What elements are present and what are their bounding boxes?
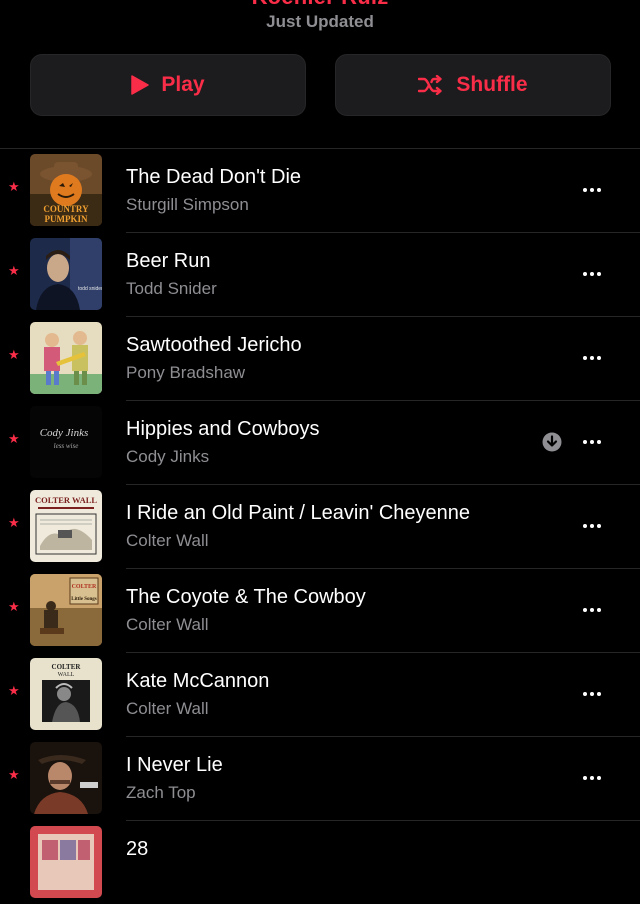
track-title: I Ride an Old Paint / Leavin' Cheyenne — [126, 502, 471, 524]
more-options-icon[interactable] — [580, 178, 604, 202]
svg-text:COLTER: COLTER — [72, 584, 97, 590]
album-art: COUNTRY PUMPKIN — [30, 154, 102, 226]
row-divider — [126, 820, 640, 821]
track-artist: Colter Wall — [126, 699, 209, 718]
play-icon — [131, 75, 150, 95]
album-art: todd snider — [30, 238, 102, 310]
track-title: The Coyote & The Cowboy — [126, 586, 366, 608]
album-art-text: COUNTRY — [43, 204, 89, 214]
track-artist: Todd Snider — [126, 279, 217, 298]
favorite-star-icon: ★ — [8, 347, 20, 362]
track-row[interactable]: 28 — [0, 820, 640, 904]
svg-text:PUMPKIN: PUMPKIN — [45, 214, 88, 224]
track-row[interactable]: ★ COLTER Little Songs The Coyote & The C… — [0, 568, 640, 652]
shuffle-button[interactable]: Shuffle — [335, 54, 611, 116]
album-art: COLTER WALL — [30, 658, 102, 730]
svg-text:Little Songs: Little Songs — [71, 597, 96, 602]
album-art — [30, 826, 102, 898]
shuffle-label: Shuffle — [456, 73, 528, 96]
track-row[interactable]: ★ COLTER WALL I Ride an Old Paint / Leav… — [0, 484, 640, 568]
album-art — [30, 322, 102, 394]
album-art: Cody Jinks less wise — [30, 406, 102, 478]
downloaded-icon — [542, 432, 562, 452]
track-row[interactable]: ★ Sawtoothed Jericho Pony Bradshaw — [0, 316, 640, 400]
more-options-icon[interactable] — [580, 262, 604, 286]
svg-text:less wise: less wise — [54, 442, 79, 450]
favorite-star-icon: ★ — [8, 431, 20, 446]
more-options-icon[interactable] — [580, 682, 604, 706]
album-art: COLTER WALL — [30, 490, 102, 562]
play-button[interactable]: Play — [30, 54, 306, 116]
row-divider — [126, 400, 640, 401]
track-list: ★ COUNTRY PUMPKIN The Dead Don't Die Stu… — [0, 148, 640, 904]
row-divider — [126, 736, 640, 737]
track-row[interactable]: ★ COLTER WALL Kate McCannon Colter Wall — [0, 652, 640, 736]
favorite-star-icon: ★ — [8, 767, 20, 782]
row-divider — [0, 148, 640, 149]
favorite-star-icon: ★ — [8, 263, 20, 278]
track-title: I Never Lie — [126, 754, 223, 776]
favorite-star-icon: ★ — [8, 515, 20, 530]
track-artist: Colter Wall — [126, 615, 209, 634]
favorite-star-icon: ★ — [8, 179, 20, 194]
shuffle-icon — [418, 75, 443, 95]
more-options-icon[interactable] — [580, 598, 604, 622]
track-title: 28 — [126, 838, 149, 860]
track-row[interactable]: ★ Cody Jinks less wise Hippies and Cowbo… — [0, 400, 640, 484]
track-row[interactable]: ★ I Never Lie Zach Top — [0, 736, 640, 820]
svg-text:COLTER WALL: COLTER WALL — [35, 495, 97, 505]
svg-text:todd snider: todd snider — [78, 286, 102, 292]
more-options-icon[interactable] — [580, 430, 604, 454]
favorite-star-icon: ★ — [8, 599, 20, 614]
track-row[interactable]: ★ COUNTRY PUMPKIN The Dead Don't Die Stu… — [0, 148, 640, 232]
svg-text:Cody Jinks: Cody Jinks — [40, 427, 89, 439]
track-title: Kate McCannon — [126, 670, 270, 692]
track-row[interactable]: ★ todd snider Beer Run Todd Snider — [0, 232, 640, 316]
svg-text:WALL: WALL — [58, 672, 75, 678]
track-title: The Dead Don't Die — [126, 166, 302, 188]
playlist-title: Koehler Ruiz — [0, 0, 640, 10]
more-options-icon[interactable] — [580, 514, 604, 538]
more-options-icon[interactable] — [580, 346, 604, 370]
track-artist: Zach Top — [126, 783, 196, 802]
track-artist: Colter Wall — [126, 531, 209, 550]
track-title: Hippies and Cowboys — [126, 418, 320, 440]
track-artist: Cody Jinks — [126, 447, 210, 466]
track-title: Sawtoothed Jericho — [126, 334, 302, 356]
row-divider — [126, 568, 640, 569]
svg-text:COLTER: COLTER — [52, 663, 82, 671]
row-divider — [126, 652, 640, 653]
playlist-subtitle: Just Updated — [266, 12, 374, 31]
row-divider — [126, 232, 640, 233]
favorite-star-icon: ★ — [8, 683, 20, 698]
more-options-icon[interactable] — [580, 766, 604, 790]
album-art — [30, 742, 102, 814]
row-divider — [126, 316, 640, 317]
track-artist: Pony Bradshaw — [126, 363, 246, 382]
play-label: Play — [161, 73, 205, 96]
track-title: Beer Run — [126, 250, 211, 272]
track-artist: Sturgill Simpson — [126, 195, 249, 214]
row-divider — [126, 484, 640, 485]
album-art: COLTER Little Songs — [30, 574, 102, 646]
